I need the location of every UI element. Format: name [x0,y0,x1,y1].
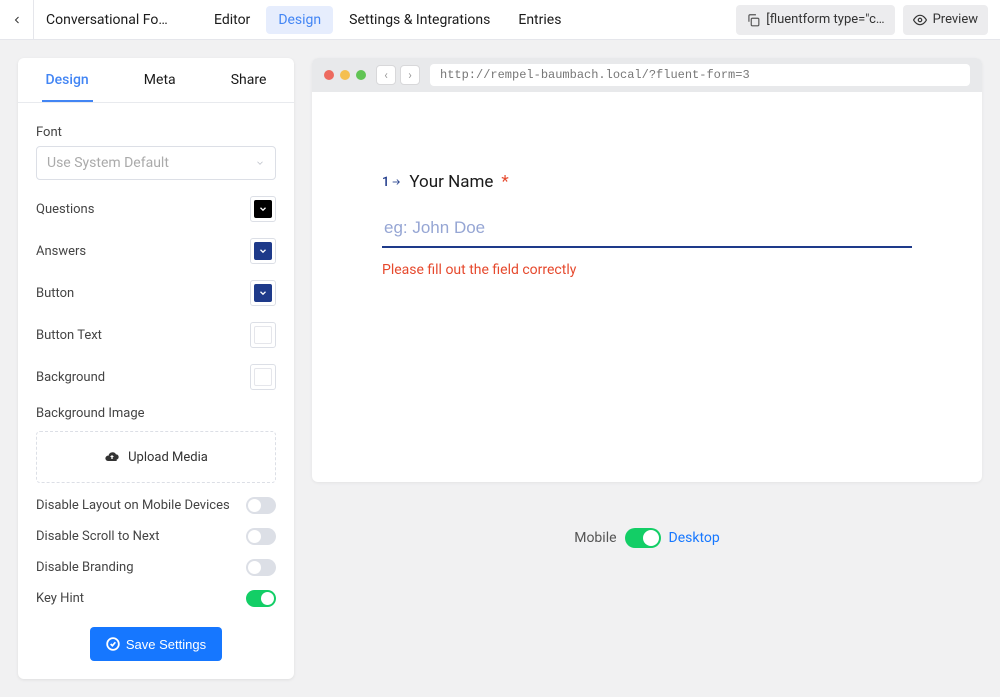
color-swatch-background[interactable] [250,364,276,390]
question-index: 1 [382,175,401,190]
color-swatch-button-text[interactable] [250,322,276,348]
color-label: Background [36,370,105,385]
color-label: Button Text [36,328,102,343]
form-title: Conversational Form… [34,12,184,28]
cloud-upload-icon [104,449,120,465]
switch-label: Key Hint [36,591,84,606]
nav-forward-button[interactable]: › [400,65,420,85]
font-label: Font [36,125,276,140]
upload-label: Upload Media [128,450,208,465]
copy-icon [746,13,760,27]
color-swatch-questions[interactable] [250,196,276,222]
color-swatch-button[interactable] [250,280,276,306]
preview-browser: ‹ › http://rempel-baumbach.local/?fluent… [312,58,982,482]
color-swatch-answers[interactable] [250,238,276,264]
font-select[interactable]: Use System Default [36,146,276,180]
panel-tab-meta[interactable]: Meta [140,58,180,102]
color-label: Button [36,286,74,301]
switch-disable-branding[interactable] [246,559,276,576]
url-bar[interactable]: http://rempel-baumbach.local/?fluent-for… [430,64,970,86]
save-settings-button[interactable]: Save Settings [90,627,222,661]
color-label: Questions [36,202,94,217]
design-panel: Design Meta Share Font Use System Defaul… [18,58,294,679]
shortcode-chip[interactable]: [fluentform type="c… [736,5,894,35]
save-label: Save Settings [126,637,206,652]
preview-label: Preview [933,12,978,27]
tab-entries[interactable]: Entries [506,6,573,34]
switch-key-hint[interactable] [246,590,276,607]
arrow-right-icon [391,177,401,187]
close-dot [324,70,334,80]
preview-button[interactable]: Preview [903,5,988,35]
shortcode-text: [fluentform type="c… [766,12,884,27]
viewport-toggle[interactable] [625,528,661,548]
panel-tab-design[interactable]: Design [42,58,93,102]
minimize-dot [340,70,350,80]
switch-label: Disable Scroll to Next [36,529,159,544]
check-circle-icon [106,637,120,651]
tab-design[interactable]: Design [266,6,333,34]
upload-media-button[interactable]: Upload Media [36,431,276,483]
error-message: Please fill out the field correctly [382,262,912,278]
switch-label: Disable Branding [36,560,134,575]
color-label: Answers [36,244,86,259]
switch-disable-layout-on-mobile-devices[interactable] [246,497,276,514]
bg-image-label: Background Image [36,406,276,421]
panel-tab-share[interactable]: Share [227,58,271,102]
mobile-label[interactable]: Mobile [574,530,616,546]
chevron-down-icon [255,158,265,168]
maximize-dot [356,70,366,80]
required-indicator: * [501,172,508,192]
tab-settings[interactable]: Settings & Integrations [337,6,502,34]
font-placeholder: Use System Default [47,155,169,171]
switch-label: Disable Layout on Mobile Devices [36,498,230,513]
tab-editor[interactable]: Editor [202,6,262,34]
switch-disable-scroll-to-next[interactable] [246,528,276,545]
nav-back-button[interactable]: ‹ [376,65,396,85]
answer-input[interactable] [382,214,912,248]
window-controls [324,70,366,80]
back-button[interactable] [0,0,34,40]
eye-icon [913,13,927,27]
question-text: Your Name [409,172,493,192]
desktop-label[interactable]: Desktop [669,530,720,546]
